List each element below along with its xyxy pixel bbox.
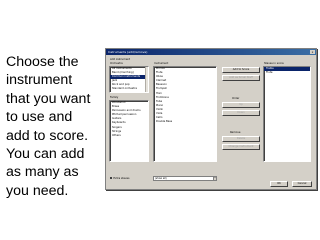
orchestra-label: Orchestra <box>110 62 123 65</box>
instrument-item[interactable]: Double Bass <box>154 120 216 124</box>
cancel-button[interactable]: Cancel <box>292 181 312 187</box>
add-instrument-label: Add instrument <box>110 58 131 61</box>
instructions-caption: Choose the instrument that you want to u… <box>6 54 91 199</box>
orchestra-item[interactable]: Standard orchestra <box>110 87 148 91</box>
staves-label: Staves in score <box>264 62 284 65</box>
up-button[interactable]: Up <box>222 102 260 108</box>
delete-button[interactable]: Delete <box>222 136 260 142</box>
add-to-score-button[interactable]: Add to Score <box>222 67 260 73</box>
change-instrument-value: (show all) <box>155 177 167 180</box>
family-listbox[interactable]: Woodwind Brass Percussion and drums Pitched… <box>109 100 149 162</box>
chevron-down-icon[interactable]: ▾ <box>213 177 216 180</box>
orchestra-listbox[interactable]: All instruments Band (marching) Common ins… <box>109 66 149 93</box>
add-small-staff-button[interactable]: Add as Small Staff <box>222 75 260 81</box>
order-label: Order <box>232 97 240 100</box>
checkbox-row[interactable]: Extra staves <box>110 177 130 180</box>
family-label: Family <box>110 96 119 99</box>
orchestra-scrollbar[interactable] <box>145 67 148 92</box>
remove-label: Remove <box>230 131 241 134</box>
instrument-listbox[interactable]: Piccolo Flute Oboe Clarinet Bassoon Trumpet Ho… <box>153 66 217 162</box>
ok-button[interactable]: OK <box>270 181 288 187</box>
close-icon[interactable]: x <box>310 50 315 54</box>
instrument-label: Instrument <box>154 62 169 65</box>
change-instrument-select[interactable]: (show all) ▾ <box>153 176 217 181</box>
extra-button[interactable]: Change instrument <box>222 144 260 150</box>
staff-item[interactable]: Flute <box>264 71 310 75</box>
extra-staves-label: Extra staves <box>113 177 130 181</box>
family-item[interactable]: Others <box>110 134 148 138</box>
down-button[interactable]: Down <box>222 110 260 116</box>
dialog-title: Instruments (add/remove) <box>108 50 148 54</box>
dialog-titlebar: Instruments (add/remove) x <box>106 49 316 55</box>
staves-listbox[interactable]: Treble Flute <box>263 66 311 162</box>
instruments-dialog: Instruments (add/remove) x Add instrumen… <box>105 48 317 190</box>
